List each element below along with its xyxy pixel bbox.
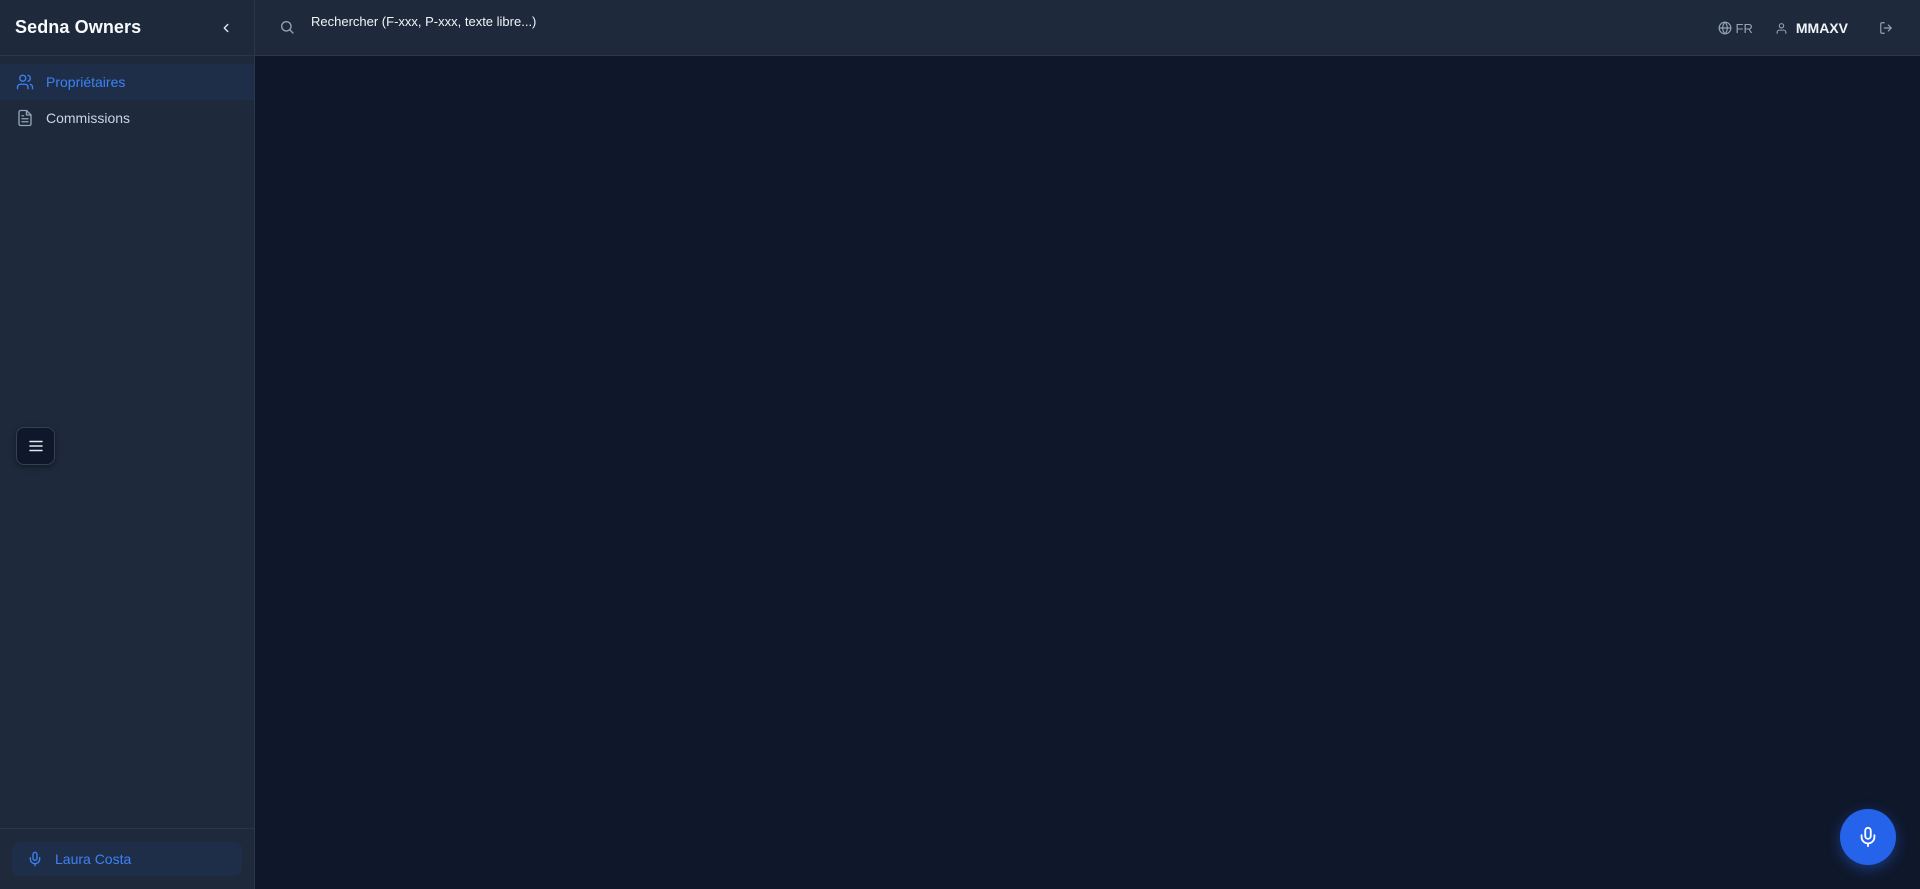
voice-user-button[interactable]: Laura Costa <box>12 842 242 876</box>
search-icon <box>279 19 297 37</box>
hamburger-icon <box>28 440 43 452</box>
topbar-actions: FR MMAXV <box>1718 0 1894 56</box>
sidebar-item-label: Propriétaires <box>46 74 126 90</box>
chevron-left-icon <box>223 23 229 32</box>
logout-icon <box>1880 22 1892 34</box>
username: MMAXV <box>1795 20 1848 36</box>
voice-assistant-button[interactable] <box>1840 809 1896 865</box>
app-root: Sedna Owners Propriétaires Commissions L… <box>0 0 1920 889</box>
sidebar-item-proprietaires[interactable]: Propriétaires <box>0 64 254 100</box>
document-icon <box>16 109 34 127</box>
sidebar-nav: Propriétaires Commissions <box>0 56 254 136</box>
user-icon <box>1776 22 1787 34</box>
globe-icon <box>1718 21 1731 35</box>
user-menu[interactable]: MMAXV <box>1775 20 1848 36</box>
microphone-icon <box>29 851 41 867</box>
sidebar-header: Sedna Owners <box>0 0 254 56</box>
menu-toggle-button[interactable] <box>16 427 55 465</box>
microphone-icon <box>1860 826 1876 848</box>
main-content <box>256 56 1920 889</box>
topbar: FR MMAXV <box>255 0 1920 56</box>
logout-button[interactable] <box>1878 20 1894 36</box>
search-input[interactable] <box>311 8 831 34</box>
sidebar-item-commissions[interactable]: Commissions <box>0 100 254 136</box>
language-label: FR <box>1735 20 1753 36</box>
current-user-name: Laura Costa <box>55 851 132 867</box>
sidebar-footer: Laura Costa <box>0 828 255 889</box>
sidebar-item-label: Commissions <box>46 110 131 126</box>
language-switcher[interactable]: FR <box>1718 21 1753 36</box>
brand-title: Sedna Owners <box>15 17 142 37</box>
users-icon <box>16 73 34 91</box>
collapse-sidebar-button[interactable] <box>214 16 238 40</box>
